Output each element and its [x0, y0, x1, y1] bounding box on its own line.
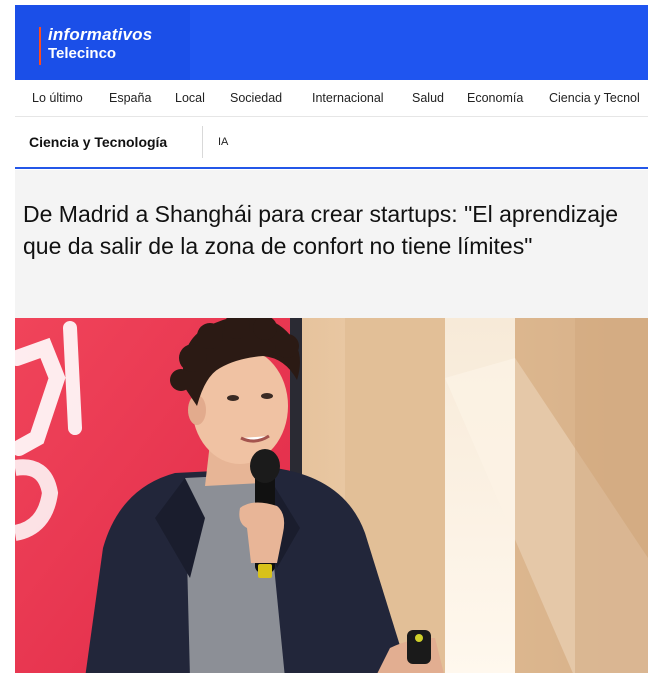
nav-item-local[interactable]: Local: [175, 91, 205, 105]
article-main-photo: [15, 318, 648, 673]
nav-item-lo-ultimo[interactable]: Lo último: [32, 91, 83, 105]
subnav-divider: [202, 126, 203, 158]
browser-viewport: informativos Telecinco Lo último España …: [15, 0, 648, 673]
section-title[interactable]: Ciencia y Tecnología: [29, 134, 167, 150]
logo-accent-bar: [39, 27, 41, 65]
nav-item-salud[interactable]: Salud: [412, 91, 444, 105]
nav-item-ciencia-y-tecnologia[interactable]: Ciencia y Tecnol: [549, 91, 640, 105]
site-logo[interactable]: informativos Telecinco: [15, 5, 190, 80]
main-navigation: Lo último España Local Sociedad Internac…: [15, 81, 648, 117]
article-headline: De Madrid a Shanghái para crear startups…: [23, 201, 618, 259]
article-header: De Madrid a Shanghái para crear startups…: [15, 170, 648, 318]
nav-item-internacional[interactable]: Internacional: [312, 91, 384, 105]
nav-item-espana[interactable]: España: [109, 91, 151, 105]
subnav-tag-ia[interactable]: IA: [218, 136, 228, 148]
nav-item-sociedad[interactable]: Sociedad: [230, 91, 282, 105]
nav-item-economia[interactable]: Economía: [467, 91, 523, 105]
site-header: informativos Telecinco: [15, 5, 648, 80]
section-subnav: Ciencia y Tecnología IA: [15, 117, 648, 169]
logo-text-telecinco: Telecinco: [48, 45, 117, 62]
logo-text-informativos: informativos: [48, 25, 153, 44]
